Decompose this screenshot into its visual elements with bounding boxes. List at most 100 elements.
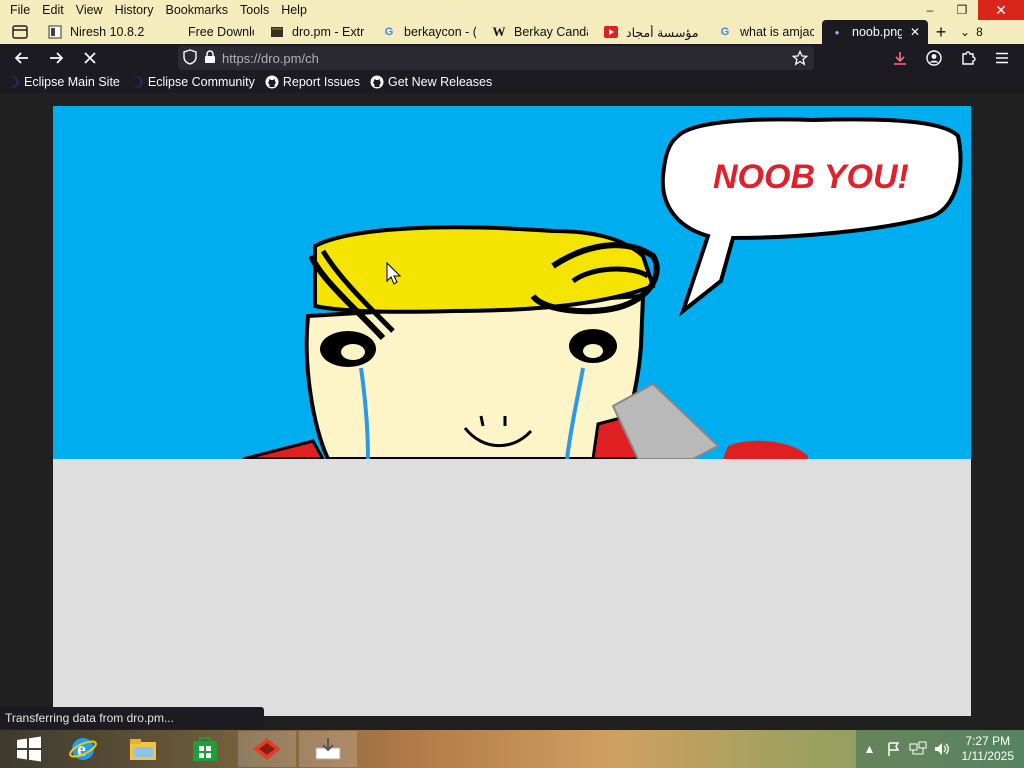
tab-title: noob.png	[852, 25, 902, 39]
github-icon	[370, 75, 384, 89]
tab-title: dro.pm - Extr	[292, 25, 365, 39]
tab-berkaycon[interactable]: G berkaycon - (	[374, 21, 484, 43]
account-icon	[926, 50, 942, 66]
menu-help[interactable]: Help	[275, 0, 313, 20]
menu-bookmarks[interactable]: Bookmarks	[159, 0, 234, 20]
taskbar-app-red[interactable]	[238, 731, 296, 767]
close-window-button[interactable]: ✕	[978, 0, 1024, 20]
google-icon: G	[720, 26, 730, 38]
dropm-icon	[270, 25, 284, 39]
tab-title: Free Downloa	[188, 25, 254, 39]
show-hidden-icons-button[interactable]: ▲	[860, 739, 880, 759]
downloads-button[interactable]	[888, 46, 912, 70]
back-arrow-icon	[14, 52, 28, 64]
tab-dropm[interactable]: dro.pm - Extr	[262, 21, 374, 43]
firefox-view-button[interactable]	[0, 20, 40, 44]
back-button[interactable]	[10, 46, 34, 70]
wikipedia-icon: W	[492, 24, 506, 39]
folder-icon	[130, 739, 156, 760]
page-content: NOOB YOU!	[0, 93, 1024, 730]
taskbar-file-explorer[interactable]	[114, 731, 172, 767]
chevron-up-icon: ▲	[863, 742, 876, 756]
menu-bar: File Edit View History Bookmarks Tools H…	[0, 0, 313, 20]
tab-title: Berkay Canda	[514, 25, 588, 39]
plus-icon: +	[935, 21, 947, 42]
title-bar: File Edit View History Bookmarks Tools H…	[0, 0, 1024, 44]
speech-bubble: NOOB YOU!	[660, 117, 963, 317]
restore-button[interactable]: ❐	[946, 0, 978, 20]
menu-history[interactable]: History	[109, 0, 160, 20]
shield-icon[interactable]	[182, 48, 198, 68]
bookmarks-toolbar: Eclipse Main Site Eclipse Community Repo…	[0, 71, 1024, 93]
bookmark-label: Eclipse Main Site	[24, 75, 120, 89]
account-button[interactable]	[922, 46, 946, 70]
tab-niresh[interactable]: Niresh 10.8.2	[40, 21, 158, 43]
close-tab-icon[interactable]: ✕	[910, 25, 920, 39]
bookmark-label: Get New Releases	[387, 75, 493, 89]
dot-icon: ●	[834, 27, 840, 37]
bookmark-star-icon[interactable]	[791, 49, 809, 69]
bookmark-report-issues[interactable]: Report Issues	[265, 75, 360, 89]
tab-strip: Niresh 10.8.2 Free Downloa dro.pm - Extr…	[0, 20, 1024, 44]
tab-berkay-candan[interactable]: W Berkay Canda	[484, 21, 596, 43]
image-viewer[interactable]: NOOB YOU!	[53, 106, 971, 716]
status-text: Transferring data from dro.pm...	[5, 711, 174, 725]
minimize-button[interactable]: –	[914, 0, 946, 20]
taskbar-store[interactable]	[176, 731, 234, 767]
menu-file[interactable]: File	[4, 0, 36, 20]
taskbar-internet-explorer[interactable]: e	[54, 731, 112, 767]
menu-edit[interactable]: Edit	[36, 0, 70, 20]
taskbar: e ▲ 7:27 PM 1/11/2025	[0, 730, 1024, 768]
lock-icon[interactable]	[204, 49, 216, 67]
window-controls: – ❐ ✕	[914, 0, 1024, 20]
network-icon[interactable]	[908, 739, 928, 759]
speech-text: NOOB YOU!	[713, 158, 909, 196]
noob-image: NOOB YOU!	[53, 106, 971, 459]
app-menu-button[interactable]	[990, 46, 1014, 70]
menu-tools[interactable]: Tools	[234, 0, 275, 20]
taskbar-downloads[interactable]	[299, 731, 357, 767]
eclipse-icon	[6, 75, 20, 89]
document-icon	[48, 25, 62, 39]
forward-arrow-icon	[50, 52, 64, 64]
extensions-button[interactable]	[956, 46, 980, 70]
bookmark-label: Report Issues	[282, 75, 360, 89]
menu-view[interactable]: View	[70, 0, 109, 20]
youtube-icon	[604, 25, 618, 39]
app-logo-icon	[253, 738, 281, 760]
bookmark-eclipse-main[interactable]: Eclipse Main Site	[6, 75, 120, 89]
list-all-tabs-button[interactable]: ⌄ 8	[954, 25, 983, 39]
volume-icon[interactable]	[932, 739, 952, 759]
tab-title: what is amjac	[740, 25, 814, 39]
tab-what-is-amjad[interactable]: G what is amjac	[710, 21, 822, 43]
forward-button[interactable]	[44, 46, 68, 70]
clock[interactable]: 7:27 PM 1/11/2025	[962, 734, 1015, 764]
bookmark-get-new-releases[interactable]: Get New Releases	[370, 75, 492, 89]
github-icon	[265, 75, 279, 89]
puzzle-icon	[962, 51, 976, 65]
hamburger-icon	[996, 52, 1008, 64]
clock-time: 7:27 PM	[965, 734, 1011, 748]
start-button[interactable]	[0, 731, 58, 767]
tab-amjad[interactable]: مؤسسة أمجاد	[596, 21, 710, 43]
google-icon: G	[384, 26, 394, 38]
tab-noob-png[interactable]: ● noob.png ✕	[822, 20, 928, 44]
download-tray-icon	[315, 738, 341, 760]
tab-free-download[interactable]: Free Downloa	[158, 21, 262, 43]
tab-count: 8	[976, 25, 983, 39]
internet-explorer-icon: e	[69, 738, 97, 761]
url-text: https://dro.pm/ch	[222, 50, 319, 66]
download-icon	[894, 52, 906, 65]
tab-list-icon	[12, 25, 28, 39]
clock-date: 1/11/2025	[961, 749, 1015, 763]
url-bar[interactable]: https://dro.pm/ch	[178, 46, 814, 70]
store-icon	[193, 737, 217, 761]
bookmark-eclipse-community[interactable]: Eclipse Community	[129, 75, 255, 89]
tab-title: berkaycon - (	[404, 25, 476, 39]
stop-button[interactable]	[78, 46, 102, 70]
nav-toolbar: https://dro.pm/ch	[0, 44, 1024, 71]
eclipse-icon	[129, 75, 144, 89]
flag-icon[interactable]	[884, 739, 904, 759]
new-tab-button[interactable]: +	[928, 21, 954, 43]
windows-logo-icon	[17, 736, 41, 762]
